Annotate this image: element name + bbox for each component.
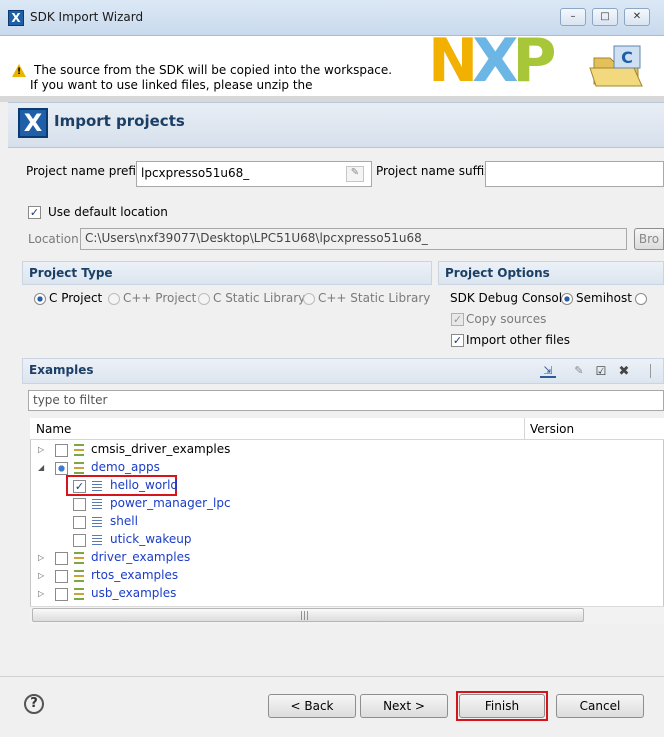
package-icon <box>74 444 84 456</box>
expand-icon[interactable]: ▷ <box>38 571 46 580</box>
file-icon <box>92 498 102 510</box>
collapse-icon[interactable]: ◢ <box>38 463 46 472</box>
cpp-static-library-radio[interactable] <box>303 293 315 305</box>
c-project-radio[interactable] <box>34 293 46 305</box>
c-static-library-label: C Static Library <box>213 291 306 305</box>
file-icon <box>92 516 102 528</box>
suffix-input[interactable] <box>485 161 664 187</box>
column-divider <box>524 418 525 440</box>
import-icon[interactable]: ⇲ <box>540 364 556 378</box>
tree-item[interactable]: shell <box>110 514 138 528</box>
next-button[interactable]: Next > <box>360 694 448 718</box>
copy-sources-checkbox[interactable] <box>451 313 464 326</box>
prefix-label: Project name prefix: <box>26 164 148 178</box>
filter-input[interactable]: type to filter <box>28 390 664 411</box>
cpp-project-label: C++ Project <box>123 291 197 305</box>
finish-button[interactable]: Finish <box>459 694 545 718</box>
tree-item[interactable]: hello_world <box>110 478 178 492</box>
help-icon[interactable]: ? <box>24 694 44 714</box>
tree-item[interactable]: driver_examples <box>91 550 190 564</box>
clear-filter-icon[interactable]: ✎ <box>572 364 586 378</box>
row-checkbox[interactable] <box>73 516 86 529</box>
row-checkbox[interactable] <box>55 462 68 475</box>
use-default-location-checkbox[interactable] <box>28 206 41 219</box>
minimize-button[interactable]: – <box>560 8 586 26</box>
nxp-logo: NXP <box>428 26 556 96</box>
row-checkbox[interactable] <box>73 480 86 493</box>
name-column-header[interactable]: Name <box>36 422 71 436</box>
file-icon <box>92 534 102 546</box>
toolbar-divider <box>650 364 651 378</box>
uart-radio[interactable] <box>635 293 647 305</box>
location-input[interactable]: C:\Users\nxf39077\Desktop\LPC51U68\lpcxp… <box>80 228 627 250</box>
package-icon <box>74 552 84 564</box>
row-checkbox[interactable] <box>73 534 86 547</box>
use-default-location-label: Use default location <box>48 205 168 219</box>
cpp-static-library-label: C++ Static Library <box>318 291 431 305</box>
c-project-label: C Project <box>49 291 103 305</box>
tree-item[interactable]: power_manager_lpc <box>110 496 231 510</box>
c-static-library-radio[interactable] <box>198 293 210 305</box>
copy-sources-label: Copy sources <box>466 312 547 326</box>
cancel-button[interactable]: Cancel <box>556 694 644 718</box>
nxp-logo-p: P <box>512 26 556 96</box>
import-other-files-checkbox[interactable] <box>451 334 464 347</box>
expand-icon[interactable]: ▷ <box>38 589 46 598</box>
file-icon <box>92 480 102 492</box>
semihost-radio[interactable] <box>561 293 573 305</box>
page-title: Import projects <box>54 112 185 130</box>
nxp-logo-n: N <box>428 26 478 96</box>
row-checkbox[interactable] <box>55 588 68 601</box>
back-button[interactable]: < Back <box>268 694 356 718</box>
nxp-logo-x: X <box>472 26 518 96</box>
row-checkbox[interactable] <box>55 570 68 583</box>
uncheck-all-icon[interactable]: ✖ <box>616 364 632 379</box>
location-label: Location: <box>28 232 83 246</box>
clear-prefix-icon[interactable]: ✎ <box>346 166 364 182</box>
row-checkbox[interactable] <box>73 498 86 511</box>
close-button[interactable]: ✕ <box>624 8 650 26</box>
c-folder-icon: C <box>589 45 643 87</box>
sdk-debug-console-label: SDK Debug Console <box>450 291 570 305</box>
semihost-label: Semihost <box>576 291 632 305</box>
import-x-icon: X <box>18 108 48 138</box>
banner-message-line1: The source from the SDK will be copied i… <box>34 63 393 77</box>
package-icon <box>74 588 84 600</box>
expand-icon[interactable]: ▷ <box>38 445 46 454</box>
version-column-header[interactable]: Version <box>530 422 574 436</box>
warning-mark-icon: ! <box>17 67 22 77</box>
tree-item[interactable]: usb_examples <box>91 586 176 600</box>
window-title: SDK Import Wizard <box>30 10 144 24</box>
examples-header: Examples <box>22 358 664 384</box>
package-icon <box>74 462 84 474</box>
folder-c-letter: C <box>621 48 633 67</box>
maximize-button[interactable]: □ <box>592 8 618 26</box>
expand-icon[interactable]: ▷ <box>38 553 46 562</box>
row-checkbox[interactable] <box>55 552 68 565</box>
scroll-grip-icon: ||| <box>300 611 310 621</box>
banner-message-line2: If you want to use linked files, please … <box>30 78 313 92</box>
row-checkbox[interactable] <box>55 444 68 457</box>
prefix-input[interactable]: lpcxpresso51u68_ <box>136 161 372 187</box>
suffix-label: Project name suffix: <box>376 164 496 178</box>
app-icon: X <box>8 10 24 26</box>
browse-button[interactable]: Bro <box>634 228 664 250</box>
footer-separator <box>0 676 664 677</box>
tree-item[interactable]: demo_apps <box>91 460 160 474</box>
tree-item[interactable]: utick_wakeup <box>110 532 192 546</box>
package-icon <box>74 570 84 582</box>
cpp-project-radio[interactable] <box>108 293 120 305</box>
project-options-header: Project Options <box>438 261 664 285</box>
import-other-files-label: Import other files <box>466 333 570 347</box>
check-all-icon[interactable]: ☑ <box>594 364 608 378</box>
project-type-header: Project Type <box>22 261 432 285</box>
tree-item[interactable]: cmsis_driver_examples <box>91 442 230 456</box>
tree-item[interactable]: rtos_examples <box>91 568 178 582</box>
